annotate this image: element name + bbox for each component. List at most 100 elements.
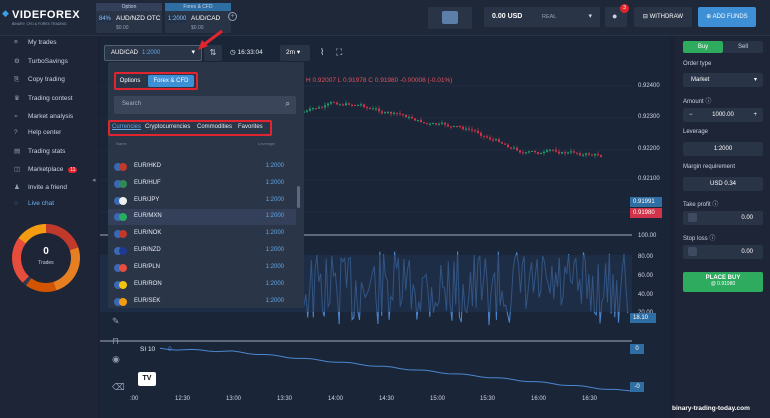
- category-currencies[interactable]: Currencies: [112, 124, 141, 130]
- asset-leverage: 1:2000: [265, 180, 284, 186]
- trash-icon[interactable]: ⌫: [112, 382, 125, 393]
- price-tick: 0.92100: [638, 176, 660, 182]
- place-buy-button[interactable]: PLACE BUY @ 0.91980: [683, 272, 763, 292]
- add-funds-button[interactable]: ⊕ ADD FUNDS: [698, 7, 756, 27]
- candle: [552, 149, 554, 151]
- stop-loss-input[interactable]: 0.00: [683, 245, 763, 259]
- buy-tab[interactable]: Buy: [683, 41, 723, 53]
- candle: [567, 152, 569, 154]
- asset-leverage: 1:2000: [142, 50, 161, 56]
- sidebar-item-invite-friend[interactable]: ♟ Invite a friend: [14, 183, 67, 191]
- candle: [426, 122, 428, 124]
- category-crypto[interactable]: Cryptocurrencies: [145, 124, 190, 130]
- timeframe-value: 2m: [286, 49, 296, 56]
- list-item[interactable]: EUR/RON 1:2000: [108, 277, 296, 293]
- sidebar-item-label: Market analysis: [28, 113, 74, 120]
- trophy-icon: ♛: [14, 95, 20, 102]
- chevron-down-icon: ▾: [295, 49, 301, 56]
- treasure-chest-icon[interactable]: [428, 7, 472, 29]
- candle: [420, 119, 422, 123]
- take-profit-input[interactable]: 0.00: [683, 211, 763, 225]
- candle: [363, 104, 365, 108]
- annotation-arrow-icon: [198, 29, 223, 50]
- list-item[interactable]: EUR/JPY 1:2000: [108, 193, 296, 209]
- sidebar-item-trading-contest[interactable]: ♛ Trading contest: [14, 94, 73, 102]
- tab-options[interactable]: Options: [117, 75, 143, 87]
- tab-pair: AUD/NZD OTC: [116, 15, 161, 22]
- timeframe-selector[interactable]: 2m ▾: [280, 45, 310, 61]
- add-tab-button[interactable]: +: [228, 12, 237, 21]
- sidebar-item-copy-trading[interactable]: ⎘ Copy trading: [14, 76, 65, 84]
- fullscreen-icon[interactable]: ⛶: [336, 47, 342, 58]
- withdraw-button[interactable]: ⊟ WITHDRAW: [634, 7, 692, 27]
- logo[interactable]: VIDEFOREX: [12, 9, 80, 21]
- sidebar-item-turbosavings[interactable]: ⚙ TurboSavings: [14, 57, 68, 65]
- stop-loss-toggle[interactable]: [688, 247, 697, 256]
- ask-price-tag: 0.91991: [630, 197, 662, 207]
- piggy-icon: ⚙: [14, 58, 20, 65]
- candle: [339, 104, 341, 106]
- list-item[interactable]: EUR/PLN 1:2000: [108, 260, 296, 276]
- search-icon: ⌕: [285, 99, 290, 108]
- category-favorites[interactable]: Favorites: [238, 124, 263, 130]
- tab-amount: $0.00: [116, 25, 129, 31]
- candle: [405, 114, 407, 118]
- category-commodities[interactable]: Commodities: [197, 124, 232, 130]
- list-item[interactable]: EUR/HUF 1:2000: [108, 176, 296, 192]
- osc-current-tag: 18.10: [630, 313, 656, 323]
- candle: [540, 153, 542, 155]
- column-name-header: Name: [116, 141, 127, 146]
- clock-time: 16:33:04: [237, 49, 263, 56]
- candle: [435, 123, 437, 125]
- sidebar-item-live-chat[interactable]: ◌ Live chat: [14, 200, 54, 207]
- time-tick: 15:30: [480, 396, 496, 402]
- user-button[interactable]: ● 3: [605, 4, 629, 27]
- help-icon: ?: [14, 129, 18, 136]
- sidebar-item-marketplace[interactable]: ◫ Marketplace 11: [14, 165, 78, 173]
- sidebar-item-market-analysis[interactable]: ⌁ Market analysis: [14, 112, 73, 120]
- balance-selector[interactable]: 0.00 USD REAL ▾: [484, 7, 600, 27]
- order-type-select[interactable]: Market ▾: [683, 73, 763, 87]
- sidebar-item-help-center[interactable]: ? Help center: [14, 129, 61, 136]
- candle: [594, 154, 596, 156]
- asset-name: EUR/HKD: [134, 163, 162, 169]
- candle: [348, 103, 350, 105]
- sidebar-item-label: My trades: [28, 39, 57, 46]
- candle: [381, 111, 383, 114]
- dropdown-scrollbar[interactable]: [297, 186, 300, 208]
- minus-button[interactable]: −: [689, 108, 693, 122]
- candle: [534, 150, 536, 153]
- search-input[interactable]: Search ⌕: [114, 96, 296, 114]
- candle: [390, 111, 392, 114]
- tab-leverage: 1:2000: [167, 15, 188, 23]
- column-leverage-header: Leverage: [258, 141, 275, 146]
- top-bar: ◆ VIDEFOREX BINARY, CFD & FOREX TRADING …: [0, 0, 770, 36]
- sidebar-item-label: Trading contest: [28, 95, 73, 102]
- candle: [495, 139, 497, 141]
- eye-icon[interactable]: ◉: [112, 354, 120, 365]
- take-profit-toggle[interactable]: [688, 213, 697, 222]
- ruler-icon[interactable]: ✎: [112, 316, 120, 327]
- candle: [501, 142, 503, 144]
- candle: [345, 103, 347, 106]
- collapse-arrow-icon[interactable]: ◂: [92, 176, 96, 184]
- list-item[interactable]: EUR/NZD 1:2000: [108, 243, 296, 259]
- indicators-icon[interactable]: ⌇: [320, 47, 324, 58]
- trade-panel: Buy Sell Order type Market ▾ Amount ⓘ − …: [675, 36, 770, 418]
- asset-selector[interactable]: AUD/CAD 1:2000 ▾: [104, 45, 202, 61]
- list-item[interactable]: EUR/NOK 1:2000: [108, 226, 296, 242]
- osc-tick: 40.00: [638, 292, 654, 298]
- tab-forex-cfd[interactable]: Forex & CFD: [148, 75, 194, 87]
- amount-stepper[interactable]: − 1000.00 +: [683, 108, 763, 122]
- list-item[interactable]: EUR/HKD 1:2000: [108, 159, 296, 175]
- list-item[interactable]: EUR/MXN 1:2000: [108, 209, 296, 225]
- candle: [561, 152, 563, 154]
- asset-tab-option[interactable]: Option 84% AUD/NZD OTC $0.00: [96, 3, 162, 33]
- sidebar-item-my-trades[interactable]: ≡ My trades: [14, 39, 57, 46]
- sell-tab[interactable]: Sell: [723, 41, 763, 53]
- candle: [516, 147, 518, 151]
- sidebar-item-trading-stats[interactable]: ▤ Trading stats: [14, 147, 65, 155]
- plus-button[interactable]: +: [753, 108, 757, 122]
- list-item[interactable]: EUR/SEK 1:2000: [108, 294, 296, 310]
- lock-icon[interactable]: ⊓: [112, 336, 119, 347]
